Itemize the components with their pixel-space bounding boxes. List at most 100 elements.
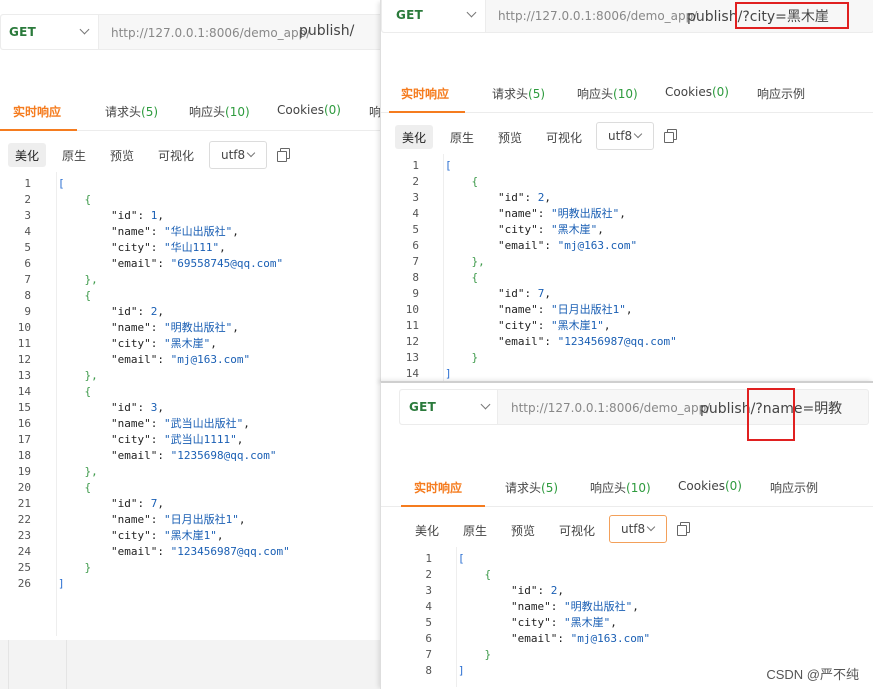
code-line: "name": "日月出版社1", <box>497 303 633 316</box>
line-number: 10 <box>17 321 31 334</box>
code-line: "id": 7, <box>497 287 551 300</box>
url-host[interactable]: http://127.0.0.1:8006/demo_app/ <box>498 9 697 23</box>
line-number: 18 <box>17 449 31 462</box>
code-line: [ <box>445 159 452 172</box>
code-line: "name": "明教出版社", <box>497 207 626 220</box>
code-line: "id": 2, <box>510 584 564 597</box>
highlight-box <box>747 388 795 441</box>
code-line: "email": "mj@163.com" <box>510 632 651 645</box>
url-bar: GET http://127.0.0.1:8006/demo_app/ publ… <box>399 389 869 425</box>
tab-request-headers[interactable]: 请求头(5) <box>505 479 558 496</box>
line-number: 26 <box>17 577 31 590</box>
tab-cookies[interactable]: Cookies(0) <box>665 85 729 99</box>
line-number: 3 <box>425 584 432 597</box>
view-visualize[interactable]: 可视化 <box>151 143 201 167</box>
view-raw[interactable]: 原生 <box>443 125 481 149</box>
view-preview[interactable]: 预览 <box>491 125 529 149</box>
encoding-select[interactable]: utf8 <box>596 122 654 150</box>
line-number: 6 <box>412 239 419 252</box>
line-number: 1 <box>412 159 419 172</box>
response-tabs: 实时响应 请求头(5) 响应头(10) Cookies(0) 响应示例 <box>381 73 873 113</box>
line-number: 17 <box>17 433 31 446</box>
code-line: "id": 3, <box>110 401 164 414</box>
code-line: { <box>84 385 92 398</box>
tab-cookies[interactable]: Cookies(0) <box>277 103 341 117</box>
copy-icon[interactable] <box>677 522 691 536</box>
line-number: 4 <box>24 225 31 238</box>
response-tabs: 实时响应 请求头(5) 响应头(10) Cookies(0) 响 <box>0 91 382 131</box>
highlight-box <box>735 2 849 29</box>
method-label: GET <box>409 400 437 414</box>
line-number: 12 <box>17 353 31 366</box>
tab-response-example[interactable]: 响应示例 <box>770 479 818 496</box>
view-pretty[interactable]: 美化 <box>8 143 47 167</box>
method-select[interactable]: GET <box>1 15 99 49</box>
code-line: { <box>84 193 92 206</box>
encoding-value: utf8 <box>621 522 646 536</box>
tab-live-response[interactable]: 实时响应 <box>13 103 61 120</box>
code-line: [ <box>58 177 65 190</box>
code-line: "name": "明教出版社", <box>110 321 239 334</box>
encoding-value: utf8 <box>221 148 246 162</box>
tab-request-headers[interactable]: 请求头(5) <box>105 103 158 120</box>
view-preview[interactable]: 预览 <box>103 143 141 167</box>
tab-request-headers[interactable]: 请求头(5) <box>492 85 545 102</box>
view-raw[interactable]: 原生 <box>55 143 93 167</box>
tab-response-headers[interactable]: 响应头(10) <box>577 85 638 102</box>
method-label: GET <box>9 25 37 39</box>
response-panel-city: GET http://127.0.0.1:8006/demo_app/ publ… <box>380 0 873 381</box>
view-pretty[interactable]: 美化 <box>408 518 446 542</box>
view-preview[interactable]: 预览 <box>504 518 542 542</box>
encoding-select[interactable]: utf8 <box>209 141 267 169</box>
line-number: 13 <box>17 369 31 382</box>
watermark: CSDN @严不纯 <box>766 667 859 682</box>
code-line: { <box>471 271 479 284</box>
line-number: 21 <box>17 497 31 510</box>
line-number: 1 <box>24 177 31 190</box>
code-line: "email": "mj@163.com" <box>497 239 638 252</box>
code-line: "id": 2, <box>110 305 164 318</box>
copy-icon[interactable] <box>664 129 678 143</box>
code-line: "name": "日月出版社1", <box>110 513 246 526</box>
tab-live-response[interactable]: 实时响应 <box>401 85 449 102</box>
url-bar: GET http://127.0.0.1:8006/demo_app/ publ… <box>0 14 382 50</box>
tab-response-example[interactable]: 响应示例 <box>757 85 805 102</box>
tab-response-headers[interactable]: 响应头(10) <box>590 479 651 496</box>
code-line: "city": "武当山1111", <box>110 433 244 446</box>
view-visualize[interactable]: 可视化 <box>552 518 602 542</box>
url-host[interactable]: http://127.0.0.1:8006/demo_app/ <box>111 26 310 40</box>
code-line: "city": "黑木崖", <box>510 616 617 629</box>
chevron-down-icon <box>79 24 90 35</box>
method-select[interactable]: GET <box>400 390 498 424</box>
method-select[interactable]: GET <box>382 0 486 32</box>
response-panel-name: GET http://127.0.0.1:8006/demo_app/ publ… <box>380 381 873 689</box>
code-view: 1 2 3 4 5 6 7 8 9 10 11 12 13 14 15 16 17 18 19 20 21 22 23 24 2… <box>0 172 382 636</box>
code-view: 1 2 3 4 5 6 7 8 9 10 11 12 13 14 [ { "id": 2, "name":… <box>381 154 873 381</box>
code-line: { <box>84 481 92 494</box>
url-host[interactable]: http://127.0.0.1:8006/demo_app/ <box>511 401 710 415</box>
active-tab-underline <box>401 505 485 507</box>
url-path[interactable]: publish/ <box>299 23 354 39</box>
code-line: } <box>84 561 92 574</box>
chevron-down-icon <box>246 148 256 158</box>
view-visualize[interactable]: 可视化 <box>539 125 589 149</box>
tab-cookies[interactable]: Cookies(0) <box>678 479 742 493</box>
code-line: "id": 1, <box>110 209 164 222</box>
view-raw[interactable]: 原生 <box>456 518 494 542</box>
code-line: } <box>484 648 492 661</box>
copy-icon[interactable] <box>277 148 291 162</box>
code-line: }, <box>471 255 485 268</box>
code-line: { <box>484 568 492 581</box>
line-number: 24 <box>17 545 31 558</box>
view-pretty[interactable]: 美化 <box>395 125 434 149</box>
code-line: }, <box>84 465 98 478</box>
tab-live-response[interactable]: 实时响应 <box>414 479 462 496</box>
line-number: 4 <box>412 207 419 220</box>
encoding-select[interactable]: utf8 <box>609 515 667 543</box>
code-line: ] <box>445 367 452 380</box>
line-number: 11 <box>17 337 31 350</box>
line-number: 9 <box>24 305 31 318</box>
line-number: 8 <box>425 664 432 677</box>
tab-response-headers[interactable]: 响应头(10) <box>189 103 250 120</box>
gutter-divider <box>56 172 57 636</box>
